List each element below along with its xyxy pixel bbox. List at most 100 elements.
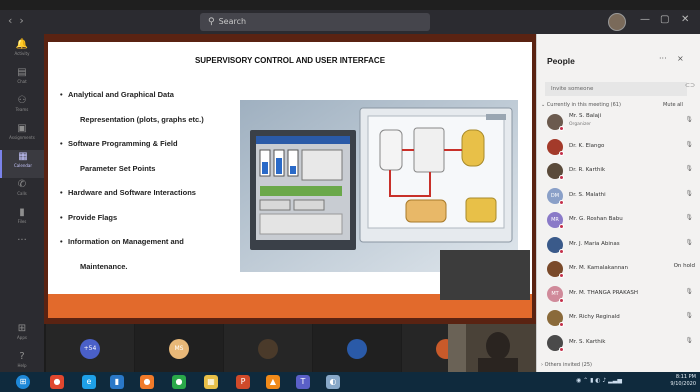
rail-item-apps[interactable]: ⊞ Apps: [0, 322, 44, 350]
participant-name: Dr. R. Karthik: [569, 167, 606, 173]
mic-muted-icon[interactable]: 🎙: [685, 214, 693, 221]
avatar: DM: [547, 187, 564, 205]
share-link-icon[interactable]: ⊂⊃: [685, 82, 695, 89]
avatar: [258, 339, 278, 359]
participant-name: Mr. G. Roshan Babu: [569, 216, 623, 222]
system-tray[interactable]: ◉ ⌃ ▮ ◐ ♪ ▂▃▅: [576, 377, 622, 384]
participant-tile[interactable]: MS: [135, 324, 223, 374]
rail-item-more[interactable]: ···: [0, 234, 44, 262]
slide-bullet: Parameter Set Points: [72, 164, 155, 173]
explorer-icon[interactable]: ▮: [110, 375, 124, 389]
bullet-text: Information on Management and: [68, 237, 184, 246]
participant-row[interactable]: MR Mr. G. Roshan Babu 🎙: [545, 210, 695, 230]
meeting-section-header[interactable]: ⌄ Currently in this meeting (61): [541, 102, 621, 108]
participant-row[interactable]: Mr. M. Kamalakannan On hold: [545, 259, 695, 279]
rail-item-calls[interactable]: ✆ Calls: [0, 178, 44, 206]
invite-input[interactable]: Invite someone: [545, 82, 687, 96]
taskbar-clock[interactable]: 8:11 PM 9/10/2020: [654, 374, 696, 388]
rail-item-assignments[interactable]: ▣ Assignments: [0, 122, 44, 150]
participant-name: Mr. J. Maria Abinas: [569, 240, 620, 247]
participant-row[interactable]: DM Dr. S. Malathi 🎙: [545, 186, 695, 206]
mic-muted-icon[interactable]: 🎙: [685, 288, 693, 295]
bullet-text: Provide Flags: [68, 212, 118, 222]
hmi-screenshot-image: [240, 100, 518, 272]
participant-row[interactable]: Dr. R. Karthik 🎙: [545, 161, 695, 181]
maximize-icon[interactable]: ▢: [660, 14, 669, 25]
status-badge: [559, 126, 564, 131]
bullet-text: Software Programming & Field: [68, 139, 178, 148]
others-invited[interactable]: › Others invited (25): [541, 362, 592, 368]
section-label: Currently in this meeting (61): [546, 102, 621, 108]
participant-tile[interactable]: [313, 324, 401, 374]
mic-muted-icon[interactable]: 🎙: [685, 312, 693, 319]
video-tile[interactable]: [440, 250, 530, 300]
slide-bullet: • Hardware and Software Interactions: [60, 188, 196, 197]
title-bar: ‹ › ⚲ Search — ▢ ✕: [0, 10, 700, 34]
slide-bullet: • Analytical and Graphical Data: [60, 90, 174, 99]
avatar-initials: DM: [550, 192, 560, 199]
bullet-marker: •: [60, 139, 63, 148]
rail-item-teams[interactable]: ⚇ Teams: [0, 94, 44, 122]
participant-row[interactable]: Mr. S. Balaji Organizer 🎙: [545, 112, 695, 132]
minimize-icon[interactable]: —: [640, 14, 650, 25]
status-badge: [559, 297, 564, 303]
slide-bullet: Representation (plots, graphs etc.): [72, 115, 204, 124]
slide-bullet: • Software Programming & Field: [60, 139, 178, 148]
rail-item-chat[interactable]: ▤ Chat: [0, 66, 44, 94]
participant-row[interactable]: Dr. K. Elango 🎙: [545, 137, 695, 157]
rail-item-files[interactable]: ▮ Files: [0, 206, 44, 234]
bullet-marker: •: [60, 237, 63, 246]
mic-muted-icon[interactable]: 🎙: [685, 165, 693, 172]
rail-label: Apps: [17, 335, 27, 340]
chrome-icon[interactable]: ●: [50, 375, 64, 389]
bullet-text: Hardware and Software Interactions: [68, 188, 196, 197]
participant-row[interactable]: Mr. S. Karthik 🎙: [545, 333, 695, 353]
participant-row[interactable]: Mr. Richy Reginald 🎙: [545, 308, 695, 328]
mic-muted-icon[interactable]: 🎙: [685, 141, 693, 148]
firefox-icon[interactable]: ●: [140, 375, 154, 389]
taskbar-glyph: ▮: [114, 377, 120, 386]
whatsapp-icon[interactable]: ●: [172, 375, 186, 389]
vlc-icon[interactable]: ▲: [266, 375, 280, 389]
taskbar-glyph: ●: [53, 377, 61, 386]
panel-title: People: [547, 56, 575, 66]
taskbar-glyph: ◐: [329, 377, 337, 386]
mic-muted-icon[interactable]: 🎙: [685, 239, 693, 246]
bullet-text: Analytical and Graphical Data: [68, 90, 174, 99]
teams-icon: ⚇: [17, 95, 27, 106]
ie-icon[interactable]: e: [82, 375, 96, 389]
rail-item-bell[interactable]: 🔔 Activity: [0, 38, 44, 66]
rail-item-calendar[interactable]: ▦ Calendar: [0, 150, 44, 178]
close-panel-icon[interactable]: ×: [677, 54, 684, 63]
status-badge: [559, 224, 564, 229]
avatar[interactable]: [608, 13, 626, 31]
start-icon[interactable]: ⊞: [16, 375, 30, 389]
mic-muted-icon[interactable]: 🎙: [685, 116, 693, 123]
camera-feed[interactable]: [448, 324, 536, 374]
status-badge: [559, 199, 564, 205]
taskbar-glyph: ⊞: [19, 377, 27, 386]
avatar: [547, 114, 564, 131]
taskbar-glyph: ●: [175, 377, 183, 386]
apps-icon: ⊞: [17, 323, 27, 334]
close-icon[interactable]: ✕: [681, 14, 689, 25]
mic-muted-icon[interactable]: 🎙: [685, 337, 693, 344]
participant-name: Mr. Richy Reginald: [569, 314, 620, 320]
participant-row[interactable]: MT Mr. M. THANGA PRAKASH 🎙: [545, 284, 695, 304]
paint-icon[interactable]: ◐: [326, 375, 340, 389]
calls-icon: ✆: [17, 179, 27, 190]
files-icon[interactable]: ▦: [204, 375, 218, 389]
powerpoint-icon[interactable]: P: [236, 375, 250, 389]
search-input[interactable]: ⚲ Search: [200, 13, 430, 31]
participant-role: Organizer: [569, 122, 592, 127]
mute-all-button[interactable]: Mute all: [663, 102, 683, 108]
participant-tile[interactable]: +54: [46, 324, 134, 374]
slide-bullet: • Information on Management and: [60, 237, 184, 246]
more-options-icon[interactable]: ···: [659, 54, 667, 63]
teams-icon[interactable]: T: [296, 375, 310, 389]
nav-arrows[interactable]: ‹ ›: [8, 14, 24, 27]
participant-row[interactable]: Mr. J. Maria Abinas 🎙: [545, 235, 695, 255]
participant-tile[interactable]: [224, 324, 312, 374]
mic-muted-icon[interactable]: 🎙: [685, 190, 693, 197]
participant-name: Dr. K. Elango: [569, 142, 605, 149]
